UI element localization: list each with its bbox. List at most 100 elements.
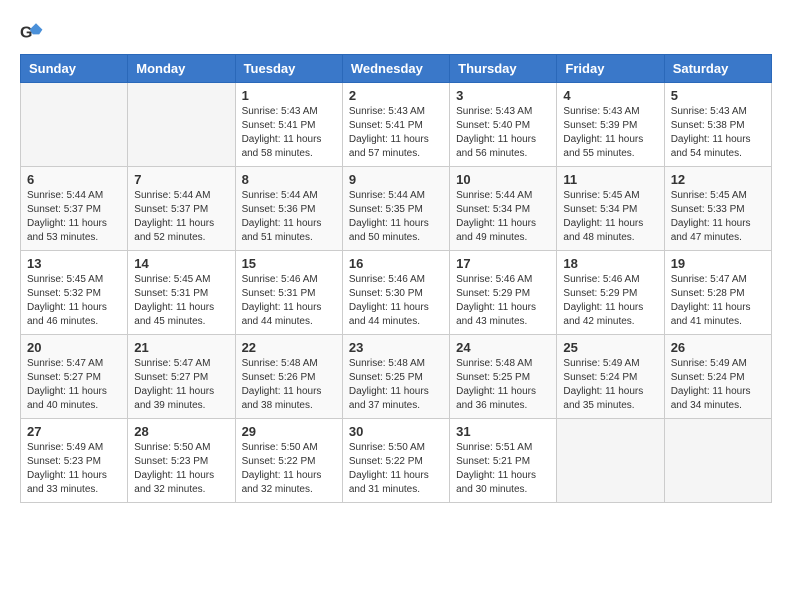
day-cell: 4 Sunrise: 5:43 AMSunset: 5:39 PMDaylight…: [557, 83, 664, 167]
day-number: 25: [563, 340, 657, 355]
day-info: Sunrise: 5:45 AMSunset: 5:34 PMDaylight:…: [563, 189, 657, 245]
day-number: 19: [671, 256, 765, 271]
day-number: 2: [349, 88, 443, 103]
day-number: 18: [563, 256, 657, 271]
day-info: Sunrise: 5:43 AMSunset: 5:40 PMDaylight:…: [456, 105, 550, 161]
day-number: 3: [456, 88, 550, 103]
day-info: Sunrise: 5:46 AMSunset: 5:31 PMDaylight:…: [242, 273, 336, 329]
header-cell-wednesday: Wednesday: [342, 55, 449, 83]
day-cell: 23Sunrise: 5:48 AMSunset: 5:25 PMDayligh…: [342, 335, 449, 419]
header-cell-thursday: Thursday: [450, 55, 557, 83]
logo-icon: G: [20, 20, 44, 44]
day-info: Sunrise: 5:43 AMSunset: 5:39 PMDaylight:…: [563, 105, 657, 161]
week-row-4: 20 Sunrise: 5:47 AMSunset: 5:27 PMDayligh…: [21, 335, 772, 419]
day-number: 10: [456, 172, 550, 187]
day-cell: 5Sunrise: 5:43 AMSunset: 5:38 PMDaylight…: [664, 83, 771, 167]
day-cell: [21, 83, 128, 167]
day-number: 22: [242, 340, 336, 355]
day-cell: 14 Sunrise: 5:45 AMSunset: 5:31 PMDayligh…: [128, 251, 235, 335]
day-cell: 10 Sunrise: 5:44 AMSunset: 5:34 PMDayligh…: [450, 167, 557, 251]
day-info: Sunrise: 5:47 AMSunset: 5:27 PMDaylight:…: [134, 357, 228, 413]
day-info: Sunrise: 5:49 AMSunset: 5:23 PMDaylight:…: [27, 441, 121, 497]
day-cell: 11Sunrise: 5:45 AMSunset: 5:34 PMDayligh…: [557, 167, 664, 251]
day-number: 28: [134, 424, 228, 439]
day-cell: 12Sunrise: 5:45 AMSunset: 5:33 PMDayligh…: [664, 167, 771, 251]
day-number: 31: [456, 424, 550, 439]
day-number: 13: [27, 256, 121, 271]
day-info: Sunrise: 5:44 AMSunset: 5:37 PMDaylight:…: [27, 189, 121, 245]
day-number: 21: [134, 340, 228, 355]
day-cell: 6 Sunrise: 5:44 AMSunset: 5:37 PMDaylight…: [21, 167, 128, 251]
day-info: Sunrise: 5:50 AMSunset: 5:23 PMDaylight:…: [134, 441, 228, 497]
day-info: Sunrise: 5:44 AMSunset: 5:37 PMDaylight:…: [134, 189, 228, 245]
day-cell: 31 Sunrise: 5:51 AMSunset: 5:21 PMDayligh…: [450, 419, 557, 503]
day-info: Sunrise: 5:43 AMSunset: 5:41 PMDaylight:…: [349, 105, 443, 161]
day-number: 7: [134, 172, 228, 187]
day-info: Sunrise: 5:45 AMSunset: 5:33 PMDaylight:…: [671, 189, 765, 245]
day-number: 23: [349, 340, 443, 355]
day-info: Sunrise: 5:43 AMSunset: 5:41 PMDaylight:…: [242, 105, 336, 161]
day-cell: 26Sunrise: 5:49 AMSunset: 5:24 PMDayligh…: [664, 335, 771, 419]
day-number: 29: [242, 424, 336, 439]
day-number: 17: [456, 256, 550, 271]
day-number: 9: [349, 172, 443, 187]
header-cell-sunday: Sunday: [21, 55, 128, 83]
day-cell: 17 Sunrise: 5:46 AMSunset: 5:29 PMDayligh…: [450, 251, 557, 335]
day-cell: 7 Sunrise: 5:44 AMSunset: 5:37 PMDaylight…: [128, 167, 235, 251]
calendar-table: SundayMondayTuesdayWednesdayThursdayFrid…: [20, 54, 772, 503]
day-cell: 2 Sunrise: 5:43 AMSunset: 5:41 PMDaylight…: [342, 83, 449, 167]
day-cell: 8Sunrise: 5:44 AMSunset: 5:36 PMDaylight…: [235, 167, 342, 251]
day-cell: 15 Sunrise: 5:46 AMSunset: 5:31 PMDayligh…: [235, 251, 342, 335]
day-info: Sunrise: 5:49 AMSunset: 5:24 PMDaylight:…: [563, 357, 657, 413]
day-info: Sunrise: 5:46 AMSunset: 5:29 PMDaylight:…: [456, 273, 550, 329]
day-number: 20: [27, 340, 121, 355]
day-number: 5: [671, 88, 765, 103]
day-cell: 18 Sunrise: 5:46 AMSunset: 5:29 PMDayligh…: [557, 251, 664, 335]
day-cell: 29 Sunrise: 5:50 AMSunset: 5:22 PMDayligh…: [235, 419, 342, 503]
week-row-3: 13 Sunrise: 5:45 AMSunset: 5:32 PMDayligh…: [21, 251, 772, 335]
day-info: Sunrise: 5:45 AMSunset: 5:31 PMDaylight:…: [134, 273, 228, 329]
day-cell: 13 Sunrise: 5:45 AMSunset: 5:32 PMDayligh…: [21, 251, 128, 335]
day-cell: 19 Sunrise: 5:47 AMSunset: 5:28 PMDayligh…: [664, 251, 771, 335]
day-info: Sunrise: 5:47 AMSunset: 5:28 PMDaylight:…: [671, 273, 765, 329]
day-number: 6: [27, 172, 121, 187]
day-number: 4: [563, 88, 657, 103]
day-info: Sunrise: 5:44 AMSunset: 5:34 PMDaylight:…: [456, 189, 550, 245]
svg-text:G: G: [20, 25, 32, 42]
day-info: Sunrise: 5:50 AMSunset: 5:22 PMDaylight:…: [242, 441, 336, 497]
day-cell: 22 Sunrise: 5:48 AMSunset: 5:26 PMDayligh…: [235, 335, 342, 419]
day-info: Sunrise: 5:46 AMSunset: 5:29 PMDaylight:…: [563, 273, 657, 329]
day-info: Sunrise: 5:50 AMSunset: 5:22 PMDaylight:…: [349, 441, 443, 497]
day-info: Sunrise: 5:45 AMSunset: 5:32 PMDaylight:…: [27, 273, 121, 329]
week-row-1: 1 Sunrise: 5:43 AMSunset: 5:41 PMDaylight…: [21, 83, 772, 167]
day-cell: 16 Sunrise: 5:46 AMSunset: 5:30 PMDayligh…: [342, 251, 449, 335]
day-info: Sunrise: 5:44 AMSunset: 5:35 PMDaylight:…: [349, 189, 443, 245]
day-cell: 1 Sunrise: 5:43 AMSunset: 5:41 PMDaylight…: [235, 83, 342, 167]
header-cell-monday: Monday: [128, 55, 235, 83]
day-cell: 21 Sunrise: 5:47 AMSunset: 5:27 PMDayligh…: [128, 335, 235, 419]
day-info: Sunrise: 5:46 AMSunset: 5:30 PMDaylight:…: [349, 273, 443, 329]
day-info: Sunrise: 5:51 AMSunset: 5:21 PMDaylight:…: [456, 441, 550, 497]
day-info: Sunrise: 5:47 AMSunset: 5:27 PMDaylight:…: [27, 357, 121, 413]
day-number: 16: [349, 256, 443, 271]
day-info: Sunrise: 5:48 AMSunset: 5:25 PMDaylight:…: [456, 357, 550, 413]
day-cell: 3 Sunrise: 5:43 AMSunset: 5:40 PMDaylight…: [450, 83, 557, 167]
day-cell: 9 Sunrise: 5:44 AMSunset: 5:35 PMDaylight…: [342, 167, 449, 251]
day-number: 14: [134, 256, 228, 271]
header-cell-saturday: Saturday: [664, 55, 771, 83]
logo: G: [20, 20, 48, 44]
day-cell: 20 Sunrise: 5:47 AMSunset: 5:27 PMDayligh…: [21, 335, 128, 419]
day-info: Sunrise: 5:44 AMSunset: 5:36 PMDaylight:…: [242, 189, 336, 245]
day-cell: [128, 83, 235, 167]
day-number: 30: [349, 424, 443, 439]
day-number: 26: [671, 340, 765, 355]
day-number: 15: [242, 256, 336, 271]
day-cell: 27Sunrise: 5:49 AMSunset: 5:23 PMDayligh…: [21, 419, 128, 503]
day-cell: 24 Sunrise: 5:48 AMSunset: 5:25 PMDayligh…: [450, 335, 557, 419]
day-number: 24: [456, 340, 550, 355]
week-row-2: 6 Sunrise: 5:44 AMSunset: 5:37 PMDaylight…: [21, 167, 772, 251]
day-cell: 28 Sunrise: 5:50 AMSunset: 5:23 PMDayligh…: [128, 419, 235, 503]
header-row: SundayMondayTuesdayWednesdayThursdayFrid…: [21, 55, 772, 83]
day-info: Sunrise: 5:48 AMSunset: 5:26 PMDaylight:…: [242, 357, 336, 413]
day-number: 1: [242, 88, 336, 103]
